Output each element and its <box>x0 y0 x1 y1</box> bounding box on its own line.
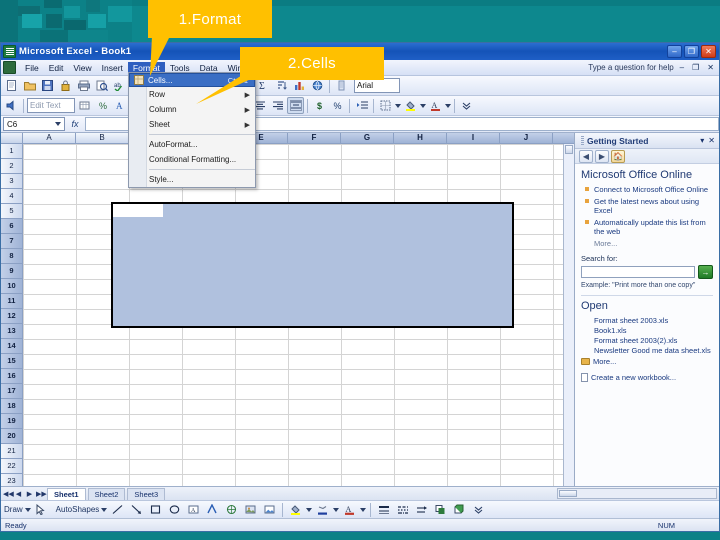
slide-root: Microsoft Excel - Book1 – ❐ ✕ File Edit … <box>0 0 720 540</box>
callout-cells: 2.Cells <box>240 47 384 80</box>
callout-format: 1.Format <box>148 0 272 38</box>
callout-cells-label: 2.Cells <box>288 55 336 72</box>
callout-1-tail <box>150 36 170 76</box>
callout-format-label: 1.Format <box>178 10 242 28</box>
callout-tails <box>150 36 262 104</box>
